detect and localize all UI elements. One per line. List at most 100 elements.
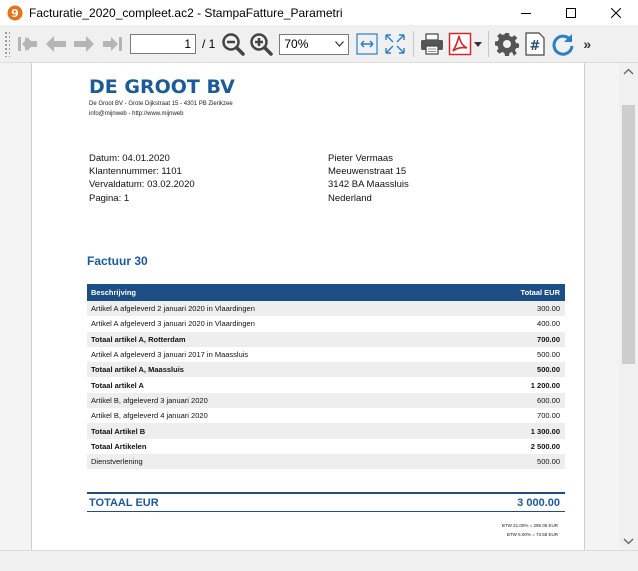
toolbar-overflow-button[interactable]: » [583,36,591,52]
zoom-value: 70% [284,37,309,51]
row-amount: 300.00 [537,304,560,314]
next-page-button[interactable] [70,30,98,58]
close-button[interactable] [593,0,638,25]
company-name: DE GROOT BV [89,76,235,98]
document-viewer[interactable]: DE GROOT BV De Groot BV - Grote Dijkstra… [0,63,619,550]
zoom-in-button[interactable] [247,30,275,58]
row-description: Artikel B, afgeleverd 3 januari 2020 [91,395,208,405]
table-row: Artikel A afgeleverd 2 januari 2020 in V… [87,301,565,317]
table-row: Artikel A afgeleverd 3 januari 2017 in M… [87,347,565,362]
page-total-label: / 1 [202,37,216,51]
vat-line-low: BTW 6.00% = 73.58 EUR [506,532,558,537]
row-description: Totaal artikel A, Maassluis [91,365,184,375]
row-amount: 700.00 [537,411,560,421]
first-page-icon [18,37,37,51]
svg-text:9: 9 [11,7,19,20]
table-row: Totaal artikel A, Maassluis 500.00 [87,362,565,378]
last-page-icon [103,37,122,51]
row-amount: 400.00 [537,319,560,329]
status-bar [0,550,638,571]
vertical-scrollbar[interactable] [619,63,638,550]
row-amount: 1 300.00 [530,426,560,436]
svg-text:#: # [530,39,541,54]
row-amount: 500.00 [537,457,560,467]
print-icon [421,33,444,55]
invoice-date: Datum: 04.01.2020 [89,153,170,164]
scroll-down-icon[interactable] [619,534,638,548]
refresh-button[interactable] [549,30,577,58]
previous-page-icon [46,36,66,52]
fit-width-icon [356,33,378,55]
row-amount: 500.00 [537,365,560,375]
row-amount: 2 500.00 [530,441,560,451]
total-rule-top [87,492,565,494]
table-row: Totaal artikel A, Rotterdam 700.00 [87,331,565,347]
row-amount: 600.00 [537,395,560,405]
customer-city: 3142 BA Maassluis [328,179,409,191]
table-row: Artikel A afgeleverd 3 januari 2020 in V… [87,316,565,331]
chevron-down-icon [335,41,345,47]
close-icon [610,7,621,18]
settings-icon [495,33,520,56]
grand-total-value: 3 000.00 [517,497,560,509]
zoom-select[interactable]: 70% [279,33,350,55]
customer-country: Nederland [328,192,372,204]
title-bar: 9 Facturatie_2020_compleet.ac2 - StampaF… [0,0,638,25]
scrollbar-thumb[interactable] [622,105,635,364]
dropdown-arrow-icon [474,41,483,47]
row-description: Artikel A afgeleverd 2 januari 2020 in V… [91,304,255,314]
refresh-icon [552,34,574,56]
table-row: Totaal artikel A 1 200.00 [87,377,565,392]
customer-street: Meeuwenstraat 15 [328,166,407,178]
minimize-button[interactable] [503,0,548,25]
company-contact: info@mijnweb - http://www.mijnweb [89,111,184,117]
row-description: Artikel A afgeleverd 3 januari 2017 in M… [91,350,249,360]
table-row: Totaal Artikel B 1 300.00 [87,423,565,439]
window-title: Facturatie_2020_compleet.ac2 - StampaFat… [29,5,343,20]
app-logo-icon: 9 [7,5,23,21]
zoom-in-icon [250,33,274,56]
page-number-icon: # [525,32,545,56]
scroll-up-icon[interactable] [619,65,638,79]
row-description: Totaal artikel A [91,380,144,390]
row-description: Artikel B, afgeleverd 4 januari 2020 [91,411,208,421]
invoice-title: Factuur 30 [87,254,148,268]
toolbar-separator [488,31,490,57]
total-rule-bottom [87,511,565,512]
last-page-button[interactable] [98,30,126,58]
maximize-icon [565,7,576,18]
fit-width-button[interactable] [353,30,381,58]
first-page-button[interactable] [14,30,42,58]
row-amount: 700.00 [537,334,560,344]
fit-page-button[interactable] [381,30,409,58]
print-button[interactable] [418,30,446,58]
pdf-export-button[interactable] [446,30,484,58]
due-date: Vervaldatum: 03.02.2020 [89,179,195,191]
page-number-input[interactable]: 1 [130,34,196,54]
zoom-out-button[interactable] [219,30,247,58]
table-header: Beschrijving Totaal EUR [87,284,565,301]
page-indicator: Pagina: 1 [89,192,130,204]
table-row: Artikel B, afgeleverd 3 januari 2020 600.… [87,392,565,409]
table-row: Dienstverlening 500.00 [87,453,565,470]
row-description: Dienstverlening [91,457,143,467]
customer-name: Pieter Vermaas [328,153,393,164]
page-number-button[interactable]: # [521,30,549,58]
row-description: Totaal artikel A, Rotterdam [91,334,186,344]
settings-button[interactable] [493,30,521,58]
invoice-table: Beschrijving Totaal EUR Artikel A afgele… [87,284,565,470]
grand-total-label: TOTAAL EUR [89,497,159,509]
row-description: Artikel A afgeleverd 3 januari 2020 in V… [91,319,255,329]
company-address: De Groot BV - Grote Dijkstraat 15 - 4301… [89,101,233,107]
minimize-icon [520,12,531,14]
customer-number: Klantennummer: 1101 [89,166,182,178]
table-row: Artikel B, afgeleverd 4 januari 2020 700.… [87,408,565,423]
column-description: Beschrijving [91,288,137,297]
row-amount: 500.00 [537,350,560,360]
toolbar-grip[interactable] [4,31,10,57]
next-page-icon [74,36,94,52]
vat-line-high: BTW 21.00% = 295.05 EUR [501,523,558,528]
maximize-button[interactable] [548,0,593,25]
row-amount: 1 200.00 [530,380,560,390]
previous-page-button[interactable] [42,30,70,58]
